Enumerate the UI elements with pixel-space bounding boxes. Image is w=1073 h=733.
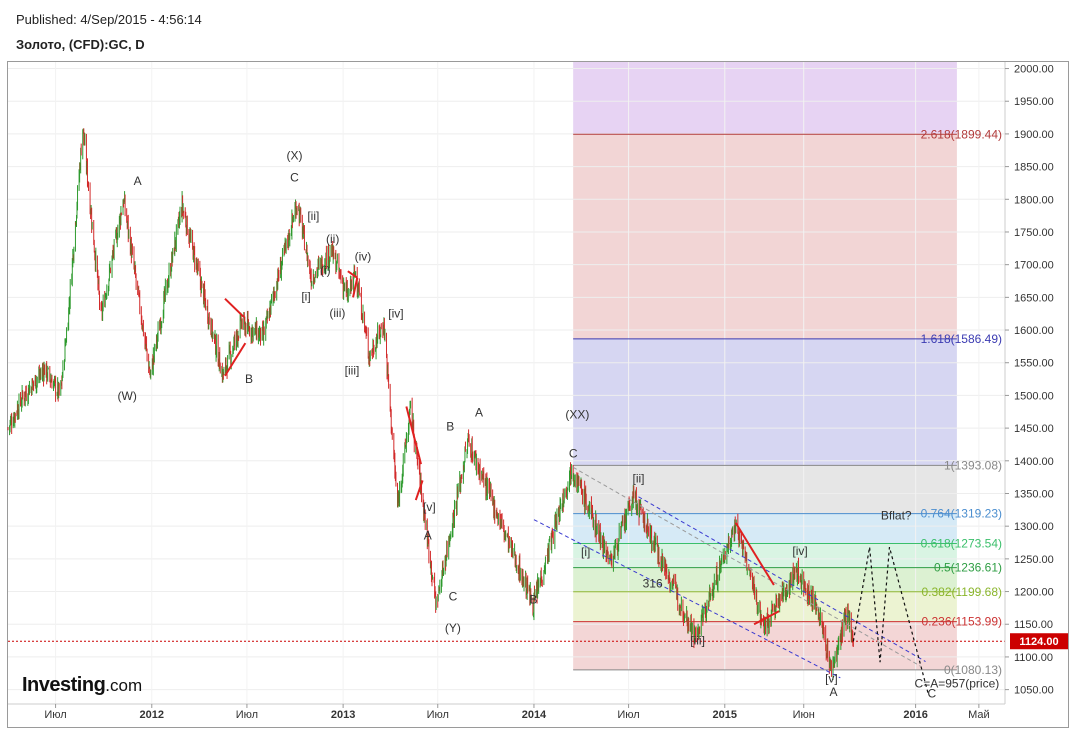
x-tick-label: 2013 [331, 709, 355, 721]
logo-main-text: Investing [22, 674, 106, 696]
fib-zone [573, 543, 957, 568]
investing-logo[interactable]: Investing.com [22, 674, 142, 697]
y-tick-label: 1500.00 [1014, 390, 1054, 402]
wave-label: (Y) [445, 621, 461, 635]
x-tick-label: Июн [793, 709, 815, 721]
wave-label: [ii] [307, 209, 319, 223]
wave-label: (W) [118, 389, 137, 403]
y-tick-label: 2000.00 [1014, 64, 1054, 76]
wave-label: (iii) [329, 306, 345, 320]
x-tick-label: Июл [427, 709, 449, 721]
wave-label: [v] [423, 500, 436, 514]
y-tick-label: 1550.00 [1014, 358, 1054, 370]
x-tick-label: 2012 [140, 709, 164, 721]
fib-level-label: 1(1393.08) [944, 458, 1002, 472]
y-tick-label: 1100.00 [1014, 652, 1053, 664]
x-tick-label: Май [968, 709, 990, 721]
y-tick-label: 1950.00 [1014, 96, 1054, 108]
fib-level-label: 1.618(1586.49) [921, 332, 1002, 346]
fib-zone [573, 134, 957, 339]
y-tick-label: 1650.00 [1014, 292, 1054, 304]
y-tick-label: 1350.00 [1014, 488, 1054, 500]
x-tick-label: 2015 [713, 709, 737, 721]
wave-label: [iii] [345, 364, 360, 378]
wave-label: [i] [301, 290, 310, 304]
wave-label: (iv) [355, 250, 372, 264]
wave-label: C=A=957(price) [915, 677, 1000, 691]
fib-level-label: 0.5(1236.61) [934, 561, 1002, 575]
wave-label: A [134, 174, 142, 188]
x-tick-label: 2016 [903, 709, 927, 721]
y-tick-label: 1600.00 [1014, 325, 1054, 337]
triangle-line [224, 297, 245, 318]
y-tick-label: 1750.00 [1014, 227, 1054, 239]
wave-label: A [830, 685, 838, 699]
wave-label: [iii] [690, 634, 705, 648]
y-tick-label: 1850.00 [1014, 162, 1054, 174]
wave-label: B [529, 592, 537, 606]
wave-label: C [569, 447, 578, 461]
wave-label: B [446, 420, 454, 434]
x-tick-label: 2014 [522, 709, 547, 721]
fib-zone [573, 465, 957, 514]
fib-level-label: 0.236(1153.99) [921, 615, 1002, 629]
wave-label: A [424, 528, 432, 542]
fib-level-label: 2.618(1899.44) [921, 127, 1002, 141]
fib-zone [573, 338, 957, 466]
wave-label: [iv] [792, 544, 807, 558]
wave-label: Bflat? [881, 509, 912, 523]
logo-suffix-text: .com [105, 676, 143, 695]
y-tick-label: 1150.00 [1014, 619, 1053, 631]
wave-label: [iv] [388, 307, 403, 321]
wave-label: [i] [581, 545, 590, 559]
wave-label: B [245, 372, 253, 386]
wave-label: (XX) [565, 407, 589, 421]
fib-level-label: 0.382(1199.68) [921, 585, 1002, 599]
fib-level-label: 0.618(1273.54) [921, 536, 1002, 550]
wave-label: A [475, 405, 483, 419]
y-tick-label: 1450.00 [1014, 423, 1054, 435]
y-tick-label: 1900.00 [1014, 129, 1054, 141]
y-tick-label: 1050.00 [1014, 685, 1054, 697]
gold-price-chart[interactable]: 2.618(1899.44) 1.618(1586.49) 1(1393.08) 0.… [0, 0, 1073, 733]
y-tick-label: 1400.00 [1014, 456, 1054, 468]
wave-label: C [290, 171, 299, 185]
wave-label: 316 [643, 577, 663, 591]
fib-level-label: 0(1080.13) [944, 663, 1002, 677]
wave-label: (ii) [326, 232, 339, 246]
y-tick-label: 1200.00 [1014, 587, 1054, 599]
y-tick-label: 1250.00 [1014, 554, 1054, 566]
x-tick-label: Июл [236, 709, 258, 721]
wave-label: C [449, 590, 458, 604]
x-tick-label: Июл [617, 709, 639, 721]
y-tick-label: 1300.00 [1014, 521, 1054, 533]
wave-label: (i) [320, 263, 331, 277]
fib-level-label: 0.764(1319.23) [921, 507, 1002, 521]
y-tick-label: 1800.00 [1014, 194, 1054, 206]
current-price-label: 1124.00 [1019, 636, 1058, 648]
x-tick-label: Июл [44, 709, 66, 721]
wave-label: (X) [287, 148, 303, 162]
fib-zone [573, 62, 957, 135]
wave-label: [v] [825, 671, 838, 685]
y-tick-label: 1700.00 [1014, 260, 1054, 272]
wave-label: [ii] [633, 471, 645, 485]
